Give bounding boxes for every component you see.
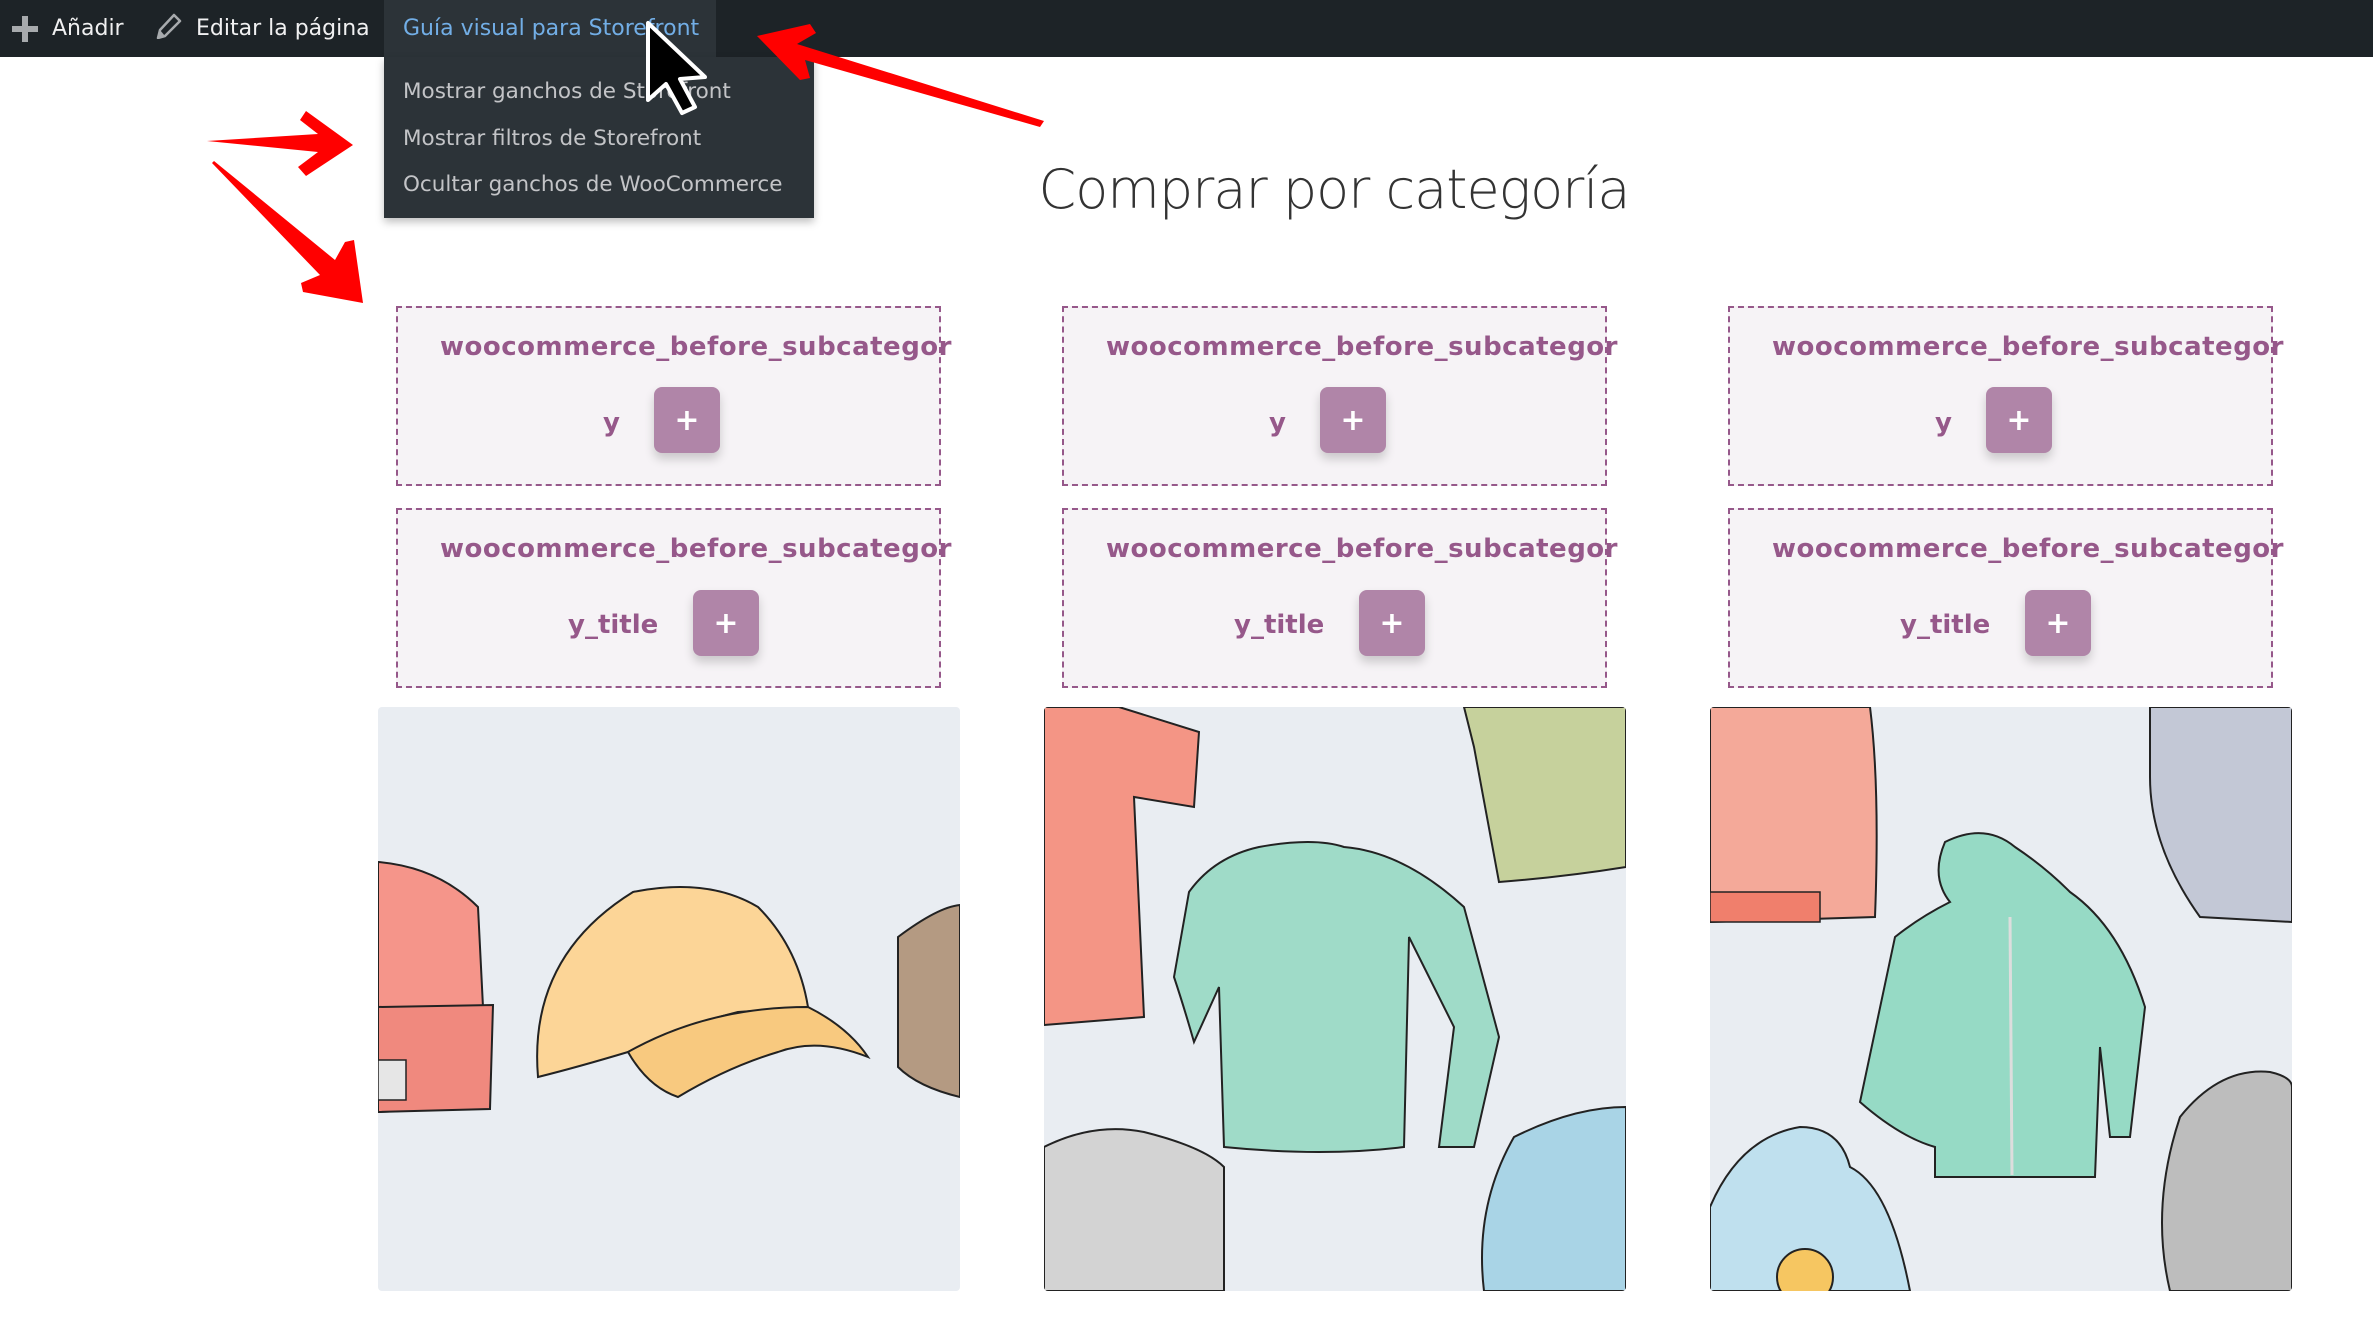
hook-box-before-subcategory: woocommerce_before_subcategor y + xyxy=(1062,306,1618,486)
hook-name: woocommerce_before_subcategor xyxy=(1106,332,1618,362)
section-heading: Comprar por categoría xyxy=(1038,158,1631,221)
hook-expand-button[interactable]: + xyxy=(1986,387,2052,453)
menu-item-show-storefront-hooks[interactable]: Mostrar ganchos de Storefront xyxy=(403,74,731,110)
hook-name: woocommerce_before_subcategor xyxy=(440,534,952,564)
accessories-hats-illustration xyxy=(378,860,960,1114)
add-new-menu[interactable]: Añadir xyxy=(12,0,124,57)
hook-name: woocommerce_before_subcategor xyxy=(1772,534,2284,564)
hoodies-illustration xyxy=(1710,707,2292,1291)
hook-name-tail: y_title xyxy=(1900,610,1991,640)
plus-icon xyxy=(12,15,38,42)
hook-box-before-subcategory-title: woocommerce_before_subcategor y_title + xyxy=(1062,508,1618,688)
add-new-label: Añadir xyxy=(52,16,124,41)
hook-name-tail: y xyxy=(1935,408,1952,438)
storefront-visual-guide-menu[interactable]: Guía visual para Storefront xyxy=(384,0,716,57)
hook-name-tail: y_title xyxy=(1234,610,1325,640)
storefront-visual-guide-label: Guía visual para Storefront xyxy=(403,16,700,41)
hook-box-before-subcategory: woocommerce_before_subcategor y + xyxy=(1728,306,2284,486)
edit-page-link[interactable]: Editar la página xyxy=(156,0,370,57)
hook-expand-button[interactable]: + xyxy=(1320,387,1386,453)
category-image-tshirts[interactable] xyxy=(1044,707,1626,1291)
hook-box-before-subcategory-title: woocommerce_before_subcategor y_title + xyxy=(396,508,952,688)
hook-expand-button[interactable]: + xyxy=(693,590,759,656)
edit-page-label: Editar la página xyxy=(196,16,370,41)
category-image-hoodies[interactable] xyxy=(1710,707,2292,1291)
hook-expand-button[interactable]: + xyxy=(2025,590,2091,656)
hook-name-tail: y_title xyxy=(568,610,659,640)
category-image-accessories[interactable] xyxy=(378,707,960,1291)
hook-box-before-subcategory: woocommerce_before_subcategor y + xyxy=(396,306,952,486)
hook-expand-button[interactable]: + xyxy=(1359,590,1425,656)
hook-name: woocommerce_before_subcategor xyxy=(1106,534,1618,564)
hook-name: woocommerce_before_subcategor xyxy=(440,332,952,362)
hook-name-tail: y xyxy=(1269,408,1286,438)
hook-name-tail: y xyxy=(603,408,620,438)
hook-name: woocommerce_before_subcategor xyxy=(1772,332,2284,362)
pencil-icon xyxy=(156,13,182,45)
admin-bar: Añadir Editar la página Guía visual para… xyxy=(0,0,2373,57)
hook-box-before-subcategory-title: woocommerce_before_subcategor y_title + xyxy=(1728,508,2284,688)
hook-expand-button[interactable]: + xyxy=(654,387,720,453)
menu-item-show-storefront-filters[interactable]: Mostrar filtros de Storefront xyxy=(403,121,701,157)
tshirts-illustration xyxy=(1044,707,1626,1291)
